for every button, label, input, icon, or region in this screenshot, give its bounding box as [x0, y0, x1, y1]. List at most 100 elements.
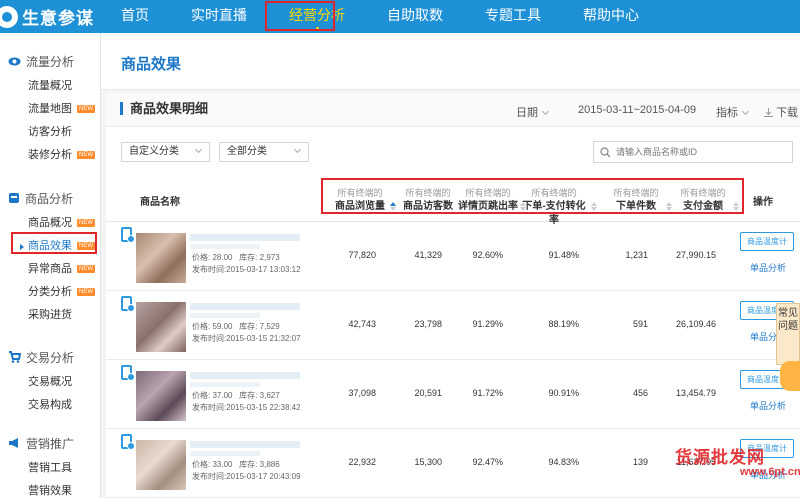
mobile-icon — [121, 227, 135, 243]
logo[interactable]: 生意参谋 — [0, 0, 94, 33]
col-product-name: 商品名称 — [140, 197, 180, 208]
sidebar-item[interactable]: 交易概况 — [0, 371, 100, 394]
product-title-blurred[interactable] — [190, 441, 300, 448]
cell-pageviews: 37,098 — [348, 388, 376, 398]
sidebar-item-label: 营销工具 — [28, 462, 72, 474]
sidebar-item-label: 访客分析 — [28, 126, 72, 138]
nav-self-service[interactable]: 自助取数 — [366, 0, 464, 33]
mascot-icon[interactable] — [780, 361, 800, 391]
product-title-blurred[interactable] — [190, 234, 300, 241]
date-picker-toggle[interactable]: 日期 — [516, 104, 550, 120]
price-label: 价格: — [192, 253, 211, 262]
sidebar-group-header[interactable]: 商品分析 — [0, 188, 100, 208]
logo-icon — [0, 5, 18, 28]
col-payment-amount[interactable]: 所有终端的 支付金额 — [675, 187, 739, 214]
search-input[interactable] — [616, 145, 786, 159]
sidebar-item-label: 营销效果 — [28, 485, 72, 497]
sort-icon — [733, 202, 739, 212]
publish-time: 发布时间:2015-03-15 22:38:42 — [192, 403, 301, 413]
cell-conversion-rate: 90.91% — [548, 388, 579, 398]
mobile-icon — [121, 434, 135, 450]
product-thumbnail[interactable] — [136, 440, 186, 490]
col-title: 支付金额 — [683, 201, 723, 212]
new-badge: NEW — [77, 242, 95, 250]
col-order-items[interactable]: 所有终端的 下单件数 — [608, 187, 672, 214]
sidebar-item[interactable]: 营销工具 — [0, 457, 100, 480]
sidebar-item[interactable]: 流量概况 — [0, 75, 100, 98]
price-value: 59.00 — [212, 322, 233, 331]
sidebar-item[interactable]: 装修分析 NEW — [0, 144, 100, 167]
sidebar-item[interactable]: 流量地图 NEW — [0, 98, 100, 121]
sidebar-item-label: 分类分析 — [28, 286, 72, 298]
cell-pageviews: 77,820 — [348, 250, 376, 260]
cell-payment-amount: 13,454.79 — [675, 388, 716, 398]
date-label: 日期 — [516, 107, 538, 119]
page-title: 商品效果 — [121, 56, 182, 73]
sidebar-item[interactable]: 商品概况 NEW — [0, 212, 100, 235]
product-thumbnail[interactable] — [136, 371, 186, 421]
cell-bounce-rate: 91.72% — [472, 388, 503, 398]
table-row: 价格: 28.00 库存: 2,973 发布时间:2015-03-17 13:0… — [106, 223, 800, 291]
cell-payment-amount: 26,109.46 — [675, 319, 716, 329]
product-title-blurred[interactable] — [190, 303, 300, 310]
product-title-blurred — [190, 313, 260, 318]
sidebar-item-label: 采购进货 — [28, 309, 72, 321]
sidebar-item[interactable]: 异常商品 NEW — [0, 258, 100, 281]
nav-home[interactable]: 首页 — [100, 0, 170, 33]
single-product-analysis-link[interactable]: 单品分析 — [750, 399, 786, 412]
metric-selector[interactable]: 指标 — [716, 104, 750, 120]
product-thumbnail[interactable] — [136, 302, 186, 352]
sidebar-item-active[interactable]: 商品效果 NEW — [0, 235, 100, 258]
col-sub: 所有终端的 — [405, 188, 451, 198]
cell-visitors: 15,300 — [414, 457, 442, 467]
stock-value: 3,627 — [259, 391, 280, 400]
product-thermometer-button[interactable]: 商品温度计 — [740, 232, 794, 251]
stock-value: 7,529 — [259, 322, 280, 331]
sidebar-group-product: 商品分析 商品概况 NEW 商品效果 NEW 异常商品 NEW 分类分析 NEW 采购进… — [0, 188, 100, 327]
cell-order-items: 1,231 — [625, 250, 648, 260]
metric-label: 指标 — [716, 107, 738, 119]
sort-icon — [591, 202, 597, 212]
sidebar-group-header[interactable]: 营销推广 — [0, 433, 100, 453]
price-label: 价格: — [192, 460, 211, 469]
stock-value: 2,973 — [259, 253, 280, 262]
col-bounce-rate[interactable]: 所有终端的 详情页跳出率 — [458, 187, 526, 214]
col-conversion-rate[interactable]: 所有终端的 下单-支付转化率 — [519, 187, 597, 228]
sidebar-item[interactable]: 分类分析 NEW — [0, 281, 100, 304]
cart-icon — [9, 351, 21, 363]
sidebar-item[interactable]: 访客分析 — [0, 121, 100, 144]
col-visitors[interactable]: 所有终端的 商品访客数 — [400, 187, 464, 214]
download-button[interactable]: 下载 — [764, 104, 798, 120]
sidebar-item[interactable]: 交易构成 — [0, 394, 100, 417]
col-sub: 所有终端的 — [680, 188, 726, 198]
price-label: 价格: — [192, 322, 211, 331]
top-nav-bar: 生意参谋 首页 实时直播 经营分析 自助取数 专题工具 帮助中心 — [0, 0, 800, 33]
faq-float-button[interactable]: 常见问题 — [776, 303, 800, 365]
sidebar-group-header[interactable]: 交易分析 — [0, 347, 100, 367]
sidebar-item-label: 流量概况 — [28, 80, 72, 92]
product-thumbnail[interactable] — [136, 233, 186, 283]
search-icon — [600, 147, 611, 158]
nav-business-analysis[interactable]: 经营分析 — [268, 0, 366, 33]
sidebar-item[interactable]: 采购进货 — [0, 304, 100, 327]
product-title-blurred[interactable] — [190, 372, 300, 379]
watermark-url: www.6pt.cn — [740, 466, 800, 478]
cell-pageviews: 42,743 — [348, 319, 376, 329]
all-category-select[interactable]: 全部分类 — [219, 142, 309, 162]
nav-help[interactable]: 帮助中心 — [562, 0, 660, 33]
col-pageviews[interactable]: 所有终端的 商品浏览量 — [332, 187, 396, 214]
single-product-analysis-link[interactable]: 单品分析 — [750, 261, 786, 274]
cell-visitors: 23,798 — [414, 319, 442, 329]
price-stock: 价格: 28.00 库存: 2,973 — [192, 253, 280, 263]
sidebar-item[interactable]: 营销效果 — [0, 480, 100, 498]
sidebar-group-header[interactable]: 流量分析 — [0, 51, 100, 71]
nav-live[interactable]: 实时直播 — [170, 0, 268, 33]
custom-category-select[interactable]: 自定义分类 — [121, 142, 210, 162]
sidebar-group-title: 流量分析 — [26, 54, 75, 69]
cell-bounce-rate: 91.29% — [472, 319, 503, 329]
price-value: 28.00 — [212, 253, 233, 262]
sort-icon — [666, 202, 672, 212]
col-sub: 所有终端的 — [465, 188, 511, 198]
date-range[interactable]: 2015-03-11~2015-04-09 — [578, 104, 696, 116]
nav-tools[interactable]: 专题工具 — [464, 0, 562, 33]
